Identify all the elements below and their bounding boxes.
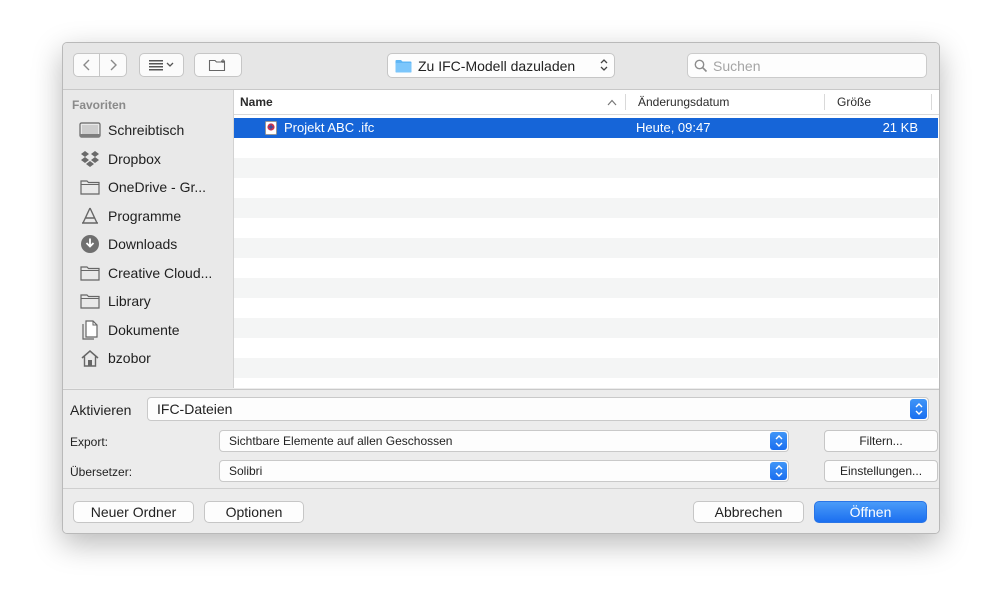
empty-row — [234, 218, 938, 238]
empty-row — [234, 158, 938, 178]
empty-row — [234, 378, 938, 388]
sidebar-section-title: Favoriten — [72, 98, 127, 112]
activate-label: Aktivieren — [70, 402, 132, 418]
column-name[interactable]: Name — [240, 90, 273, 114]
column-separator — [625, 94, 626, 110]
translator-value: Solibri — [229, 464, 263, 478]
empty-row — [234, 138, 938, 158]
file-type-value: IFC-Dateien — [157, 401, 233, 417]
chevron-left-icon — [82, 59, 89, 71]
export-label: Export: — [70, 435, 109, 449]
search-field[interactable]: Suchen — [687, 53, 927, 78]
column-separator — [931, 94, 932, 110]
sidebar-item-label: Creative Cloud... — [108, 265, 213, 281]
file-list: Name Änderungsdatum Größe Projekt ABC .i… — [234, 90, 939, 388]
empty-row — [234, 258, 938, 278]
column-date[interactable]: Änderungsdatum — [638, 90, 729, 114]
toolbar: Zu IFC-Modell dazuladen Suchen — [63, 43, 939, 90]
file-row[interactable]: Projekt ABC .ifc Heute, 09:47 21 KB — [234, 118, 938, 138]
desktop-icon — [79, 119, 101, 141]
sidebar-item-label: bzobor — [108, 350, 151, 366]
sidebar-item-label: Dropbox — [108, 151, 161, 167]
sidebar-item-label: Schreibtisch — [108, 122, 185, 138]
sidebar-item-onedrive[interactable]: OneDrive - Gr... — [79, 174, 231, 200]
sidebar-item-library[interactable]: Library — [79, 288, 231, 314]
empty-row — [234, 278, 938, 298]
file-type-popup[interactable]: IFC-Dateien — [147, 397, 929, 421]
export-popup[interactable]: Sichtbare Elemente auf allen Geschossen — [219, 430, 789, 452]
documents-icon — [79, 319, 101, 341]
updown-chevron-icon — [600, 59, 608, 71]
updown-chevron-icon — [770, 432, 787, 450]
search-placeholder: Suchen — [713, 57, 761, 74]
translator-popup[interactable]: Solibri — [219, 460, 789, 482]
file-date: Heute, 09:47 — [636, 120, 711, 135]
applications-icon — [79, 205, 101, 227]
sidebar-item-label: Downloads — [108, 236, 178, 252]
file-name: Projekt ABC .ifc — [284, 120, 375, 135]
filter-button[interactable]: Filtern... — [824, 430, 938, 452]
updown-chevron-icon — [770, 462, 787, 480]
column-separator — [824, 94, 825, 110]
location-label: Zu IFC-Modell dazuladen — [418, 57, 576, 74]
dialog-footer: Neuer Ordner Optionen Abbrechen Öffnen — [63, 488, 939, 533]
sidebar-item-programme[interactable]: Programme — [79, 203, 231, 229]
forward-button[interactable] — [99, 53, 127, 77]
folder-icon — [79, 176, 101, 198]
sidebar-item-home[interactable]: bzobor — [79, 345, 231, 371]
downloads-icon — [79, 233, 101, 255]
settings-button[interactable]: Einstellungen... — [824, 460, 938, 482]
new-folder-button[interactable]: Neuer Ordner — [73, 501, 194, 523]
sidebar-item-label: Library — [108, 293, 151, 309]
column-size[interactable]: Größe — [837, 90, 871, 114]
sidebar-item-dokumente[interactable]: Dokumente — [79, 317, 231, 343]
back-button[interactable] — [73, 53, 100, 77]
updown-chevron-icon — [910, 399, 927, 419]
options-panel: Aktivieren IFC-Dateien Export: Sichtbare… — [63, 389, 939, 488]
open-file-dialog: Zu IFC-Modell dazuladen Suchen Favoriten… — [62, 42, 940, 534]
search-icon — [694, 59, 708, 72]
dropbox-icon — [79, 148, 101, 170]
empty-row — [234, 178, 938, 198]
folder-icon — [79, 262, 101, 284]
empty-row — [234, 238, 938, 258]
sidebar-item-creative-cloud[interactable]: Creative Cloud... — [79, 260, 231, 286]
empty-row — [234, 318, 938, 338]
sidebar-item-label: Programme — [108, 208, 182, 224]
empty-row — [234, 198, 938, 218]
translator-label: Übersetzer: — [70, 465, 133, 479]
column-header: Name Änderungsdatum Größe — [234, 90, 939, 115]
sidebar-item-schreibtisch[interactable]: Schreibtisch — [79, 117, 231, 143]
options-button[interactable]: Optionen — [204, 501, 304, 523]
new-folder-toolbar-button[interactable] — [194, 53, 242, 77]
empty-row — [234, 358, 938, 378]
home-icon — [79, 347, 101, 369]
list-view-icon — [148, 60, 173, 71]
new-folder-icon — [208, 59, 226, 72]
folder-icon — [79, 290, 101, 312]
cancel-button[interactable]: Abbrechen — [693, 501, 804, 523]
open-button[interactable]: Öffnen — [814, 501, 927, 523]
sidebar: Favoriten Schreibtisch Dropbox OneDrive … — [63, 90, 234, 388]
export-value: Sichtbare Elemente auf allen Geschossen — [229, 434, 453, 448]
folder-icon — [395, 59, 412, 72]
ifc-file-icon — [265, 121, 277, 135]
sidebar-item-downloads[interactable]: Downloads — [79, 231, 231, 257]
file-size: 21 KB — [882, 120, 918, 135]
sort-ascending-icon — [607, 99, 617, 106]
sidebar-item-dropbox[interactable]: Dropbox — [79, 146, 231, 172]
sidebar-item-label: Dokumente — [108, 322, 180, 338]
view-mode-button[interactable] — [139, 53, 184, 77]
empty-row — [234, 338, 938, 358]
chevron-right-icon — [110, 59, 117, 71]
location-popup[interactable]: Zu IFC-Modell dazuladen — [387, 53, 615, 78]
empty-row — [234, 298, 938, 318]
sidebar-item-label: OneDrive - Gr... — [108, 179, 207, 195]
